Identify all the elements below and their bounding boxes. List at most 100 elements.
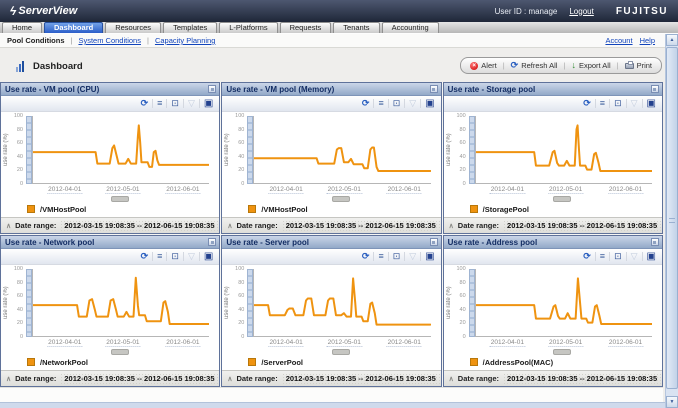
refresh-icon[interactable]: ⟳ <box>583 99 591 108</box>
tab-home[interactable]: Home <box>2 22 42 33</box>
panel-titlebar[interactable]: Use rate - Server pool <box>222 236 440 249</box>
slider-thumb[interactable] <box>332 196 350 202</box>
export-icon[interactable]: ⊡ <box>393 99 401 108</box>
maximize-icon[interactable] <box>430 85 438 93</box>
scroll-up-icon[interactable]: ▲ <box>666 34 678 46</box>
date-range-label: Date range: <box>15 374 56 383</box>
filter-icon[interactable]: ▽ <box>631 99 638 108</box>
horizontal-zoom-slider[interactable] <box>254 348 430 354</box>
panel-titlebar[interactable]: Use rate - Address pool <box>444 236 662 249</box>
filter-icon[interactable]: ▽ <box>188 99 195 108</box>
tab-l-platforms[interactable]: L-Platforms <box>219 22 277 33</box>
vertical-scrollbar[interactable]: ▲ ▼ <box>665 34 678 408</box>
save-icon[interactable]: ▣ <box>425 99 434 109</box>
action-label: Print <box>637 61 652 70</box>
slider-thumb[interactable] <box>332 349 350 355</box>
tab-tenants[interactable]: Tenants <box>333 22 379 33</box>
collapse-icon[interactable]: ∧ <box>227 222 232 230</box>
refresh-all-button[interactable]: ⟳Refresh All <box>511 61 558 70</box>
maximize-icon[interactable] <box>651 238 659 246</box>
slider-thumb[interactable] <box>553 196 571 202</box>
date-range-bar: ∧ Date range: 2012-03-15 19:08:35 -- 201… <box>1 370 219 386</box>
export-icon[interactable]: ⊡ <box>614 99 622 108</box>
dashboard-icon <box>16 61 28 72</box>
horizontal-zoom-slider[interactable] <box>254 195 430 201</box>
filter-icon[interactable]: ▽ <box>409 99 416 108</box>
horizontal-zoom-slider[interactable] <box>33 348 209 354</box>
date-range-value[interactable]: 2012-03-15 19:08:35 -- 2012-06-15 19:08:… <box>60 220 218 231</box>
export-icon[interactable]: ⊡ <box>614 252 622 261</box>
filter-icon[interactable]: ▽ <box>188 252 195 261</box>
refresh-icon[interactable]: ⟳ <box>362 99 370 108</box>
date-range-bar: ∧ Date range: 2012-03-15 19:08:35 -- 201… <box>444 370 662 386</box>
date-range-value[interactable]: 2012-03-15 19:08:35 -- 2012-06-15 19:08:… <box>282 373 440 384</box>
collapse-icon[interactable]: ∧ <box>6 375 11 383</box>
subnav-item-capacity-planning[interactable]: Capacity Planning <box>155 36 215 45</box>
horizontal-zoom-slider[interactable] <box>33 195 209 201</box>
filter-icon[interactable]: ▽ <box>631 252 638 261</box>
slider-thumb[interactable] <box>111 349 129 355</box>
y-tick: 20 <box>460 320 466 326</box>
panel-titlebar[interactable]: Use rate - Storage pool <box>444 83 662 96</box>
collapse-icon[interactable]: ∧ <box>449 375 454 383</box>
subnav-item-pool-conditions[interactable]: Pool Conditions <box>7 36 65 45</box>
collapse-icon[interactable]: ∧ <box>227 375 232 383</box>
maximize-icon[interactable] <box>208 85 216 93</box>
maximize-icon[interactable] <box>208 238 216 246</box>
scrollbar-thumb[interactable] <box>666 47 678 389</box>
table-view-icon[interactable]: ≡ <box>157 99 162 108</box>
scroll-down-icon[interactable]: ▼ <box>666 396 678 408</box>
y-tick: 0 <box>463 181 466 187</box>
save-icon[interactable]: ▣ <box>647 99 656 109</box>
help-link[interactable]: Help <box>640 36 655 45</box>
date-range-value[interactable]: 2012-03-15 19:08:35 -- 2012-06-15 19:08:… <box>282 220 440 231</box>
tab-requests[interactable]: Requests <box>280 22 332 33</box>
logout-link[interactable]: Logout <box>569 7 593 16</box>
maximize-icon[interactable] <box>651 85 659 93</box>
date-range-value[interactable]: 2012-03-15 19:08:35 -- 2012-06-15 19:08:… <box>503 220 661 231</box>
panel-titlebar[interactable]: Use rate - VM pool (CPU) <box>1 83 219 96</box>
export-icon[interactable]: ⊡ <box>171 99 179 108</box>
refresh-icon[interactable]: ⟳ <box>362 252 370 261</box>
filter-icon[interactable]: ▽ <box>409 252 416 261</box>
legend-swatch <box>248 205 256 213</box>
alert-button[interactable]: ×Alert <box>470 61 496 70</box>
subnav-item-system-conditions[interactable]: System Conditions <box>78 36 141 45</box>
export-icon[interactable]: ⊡ <box>171 252 179 261</box>
separator: | <box>563 61 565 70</box>
tab-accounting[interactable]: Accounting <box>382 22 439 33</box>
table-view-icon[interactable]: ≡ <box>600 252 605 261</box>
collapse-icon[interactable]: ∧ <box>449 222 454 230</box>
refresh-icon[interactable]: ⟳ <box>141 252 149 261</box>
table-view-icon[interactable]: ≡ <box>157 252 162 261</box>
refresh-icon[interactable]: ⟳ <box>583 252 591 261</box>
panel-toolbar: ⟳ ≡ ⊡ ▽ ▣ <box>222 249 440 265</box>
horizontal-zoom-slider[interactable] <box>476 348 652 354</box>
account-link[interactable]: Account <box>605 36 632 45</box>
y-tick: 40 <box>238 307 244 313</box>
tab-templates[interactable]: Templates <box>163 22 217 33</box>
tab-dashboard[interactable]: Dashboard <box>44 22 103 33</box>
refresh-icon[interactable]: ⟳ <box>141 99 149 108</box>
save-icon[interactable]: ▣ <box>425 252 434 262</box>
collapse-icon[interactable]: ∧ <box>6 222 11 230</box>
horizontal-zoom-slider[interactable] <box>476 195 652 201</box>
panel-titlebar[interactable]: Use rate - Network pool <box>1 236 219 249</box>
slider-thumb[interactable] <box>553 349 571 355</box>
table-view-icon[interactable]: ≡ <box>378 252 383 261</box>
tab-resources[interactable]: Resources <box>105 22 161 33</box>
save-icon[interactable]: ▣ <box>647 252 656 262</box>
table-view-icon[interactable]: ≡ <box>600 99 605 108</box>
maximize-icon[interactable] <box>430 238 438 246</box>
save-icon[interactable]: ▣ <box>204 99 213 109</box>
slider-thumb[interactable] <box>111 196 129 202</box>
export-icon[interactable]: ⊡ <box>393 252 401 261</box>
save-icon[interactable]: ▣ <box>204 252 213 262</box>
print-button[interactable]: Print <box>625 61 652 70</box>
table-view-icon[interactable]: ≡ <box>378 99 383 108</box>
date-range-value[interactable]: 2012-03-15 19:08:35 -- 2012-06-15 19:08:… <box>60 373 218 384</box>
legend-label: /NetworkPool <box>40 358 88 367</box>
export-all-button[interactable]: ↓Export All <box>571 61 610 70</box>
panel-titlebar[interactable]: Use rate - VM pool (Memory) <box>222 83 440 96</box>
date-range-value[interactable]: 2012-03-15 19:08:35 -- 2012-06-15 19:08:… <box>503 373 661 384</box>
